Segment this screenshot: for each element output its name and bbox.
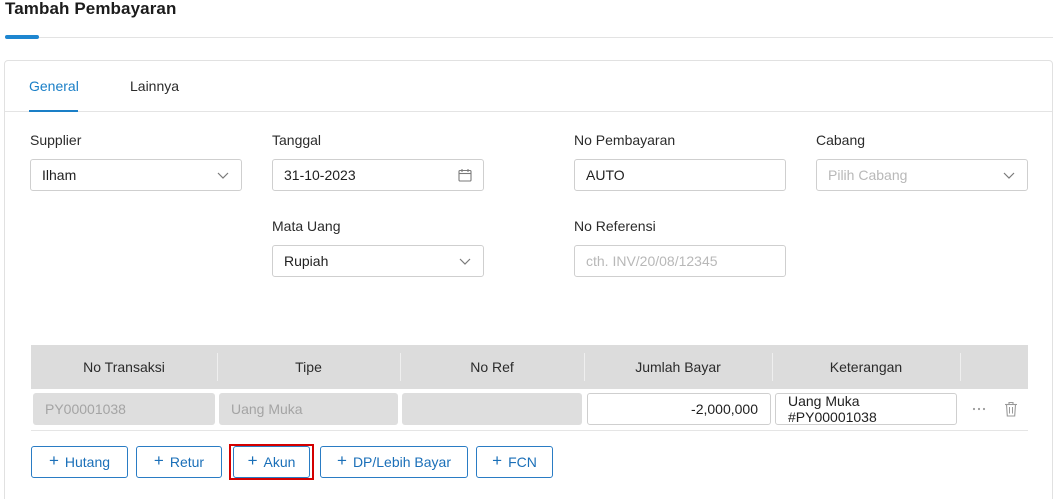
column-header-jumlah-bayar: Jumlah Bayar xyxy=(635,359,721,375)
tab-general[interactable]: General xyxy=(29,78,79,94)
cabang-placeholder: Pilih Cabang xyxy=(828,167,908,183)
chevron-down-icon xyxy=(459,258,471,265)
add-dp-lebih-bayar-button[interactable]: + DP/Lebih Bayar xyxy=(320,446,468,478)
column-separator xyxy=(960,353,961,381)
keterangan-input[interactable]: Uang Muka #PY00001038 xyxy=(775,393,957,425)
add-fcn-button[interactable]: + FCN xyxy=(476,446,553,478)
table-row: PY00001038 Uang Muka -2,000,000 Uang Muk… xyxy=(31,389,1028,431)
mata-uang-value: Rupiah xyxy=(284,253,329,269)
column-header-no-ref: No Ref xyxy=(470,359,514,375)
tab-lainnya[interactable]: Lainnya xyxy=(130,78,179,94)
supplier-label: Supplier xyxy=(30,132,82,148)
add-hutang-button[interactable]: + Hutang xyxy=(31,446,128,478)
no-transaksi-cell: PY00001038 xyxy=(33,393,215,425)
form-card: General Lainnya Supplier Ilham Tanggal 3… xyxy=(4,60,1053,499)
chevron-down-icon xyxy=(217,172,229,179)
cabang-label: Cabang xyxy=(816,132,866,148)
plus-icon: + xyxy=(48,451,59,470)
add-hutang-label: Hutang xyxy=(64,454,111,470)
mata-uang-label: Mata Uang xyxy=(272,218,341,234)
supplier-value: Ilham xyxy=(42,167,77,183)
tanggal-date-picker[interactable]: 31-10-2023 xyxy=(272,159,484,191)
add-dp-label: DP/Lebih Bayar xyxy=(352,454,451,470)
no-referensi-placeholder: cth. INV/20/08/12345 xyxy=(586,253,718,269)
more-options-icon[interactable] xyxy=(972,402,986,416)
no-pembayaran-value: AUTO xyxy=(586,167,625,183)
highlight-box xyxy=(229,444,314,480)
no-pembayaran-input[interactable]: AUTO xyxy=(574,159,786,191)
add-retur-label: Retur xyxy=(169,454,205,470)
calendar-icon xyxy=(458,169,472,182)
column-header-no-transaksi: No Transaksi xyxy=(83,359,165,375)
add-retur-button[interactable]: + Retur xyxy=(136,446,222,478)
tab-bar: General Lainnya xyxy=(5,61,1052,112)
add-fcn-label: FCN xyxy=(508,454,537,470)
tipe-cell: Uang Muka xyxy=(219,393,398,425)
plus-icon: + xyxy=(492,451,503,470)
no-ref-cell xyxy=(402,393,582,425)
page-title: Tambah Pembayaran xyxy=(5,0,177,18)
title-underline xyxy=(5,35,39,39)
column-header-keterangan: Keterangan xyxy=(829,359,903,375)
tanggal-value: 31-10-2023 xyxy=(284,167,356,183)
supplier-select[interactable]: Ilham xyxy=(30,159,242,191)
tanggal-label: Tanggal xyxy=(272,132,322,148)
no-pembayaran-label: No Pembayaran xyxy=(574,132,676,148)
tab-active-indicator xyxy=(29,110,78,112)
title-divider xyxy=(5,37,1053,38)
cabang-select[interactable]: Pilih Cabang xyxy=(816,159,1028,191)
no-referensi-input[interactable]: cth. INV/20/08/12345 xyxy=(574,245,786,277)
table-header: No Transaksi Tipe No Ref Jumlah Bayar Ke… xyxy=(31,345,1028,389)
mata-uang-select[interactable]: Rupiah xyxy=(272,245,484,277)
column-header-tipe: Tipe xyxy=(295,359,322,375)
chevron-down-icon xyxy=(1003,172,1015,179)
trash-icon[interactable] xyxy=(1004,401,1018,417)
plus-icon: + xyxy=(337,451,347,470)
no-referensi-label: No Referensi xyxy=(574,218,656,234)
plus-icon: + xyxy=(153,451,164,470)
jumlah-bayar-input[interactable]: -2,000,000 xyxy=(587,393,771,425)
